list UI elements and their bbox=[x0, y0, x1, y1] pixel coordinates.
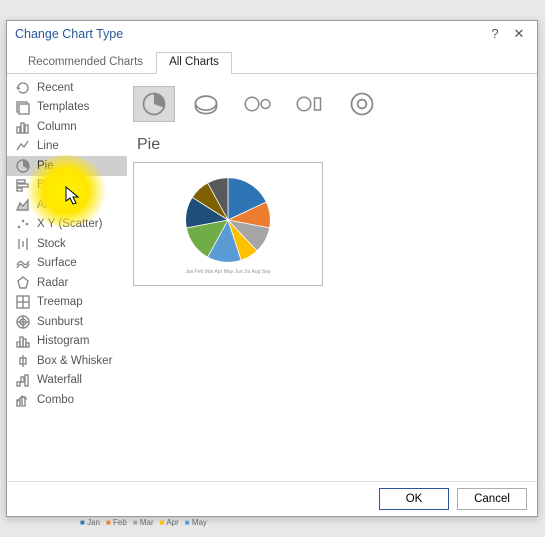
sidebar-item-waterfall[interactable]: Waterfall bbox=[7, 371, 119, 391]
sidebar-item-templates[interactable]: Templates bbox=[7, 98, 119, 118]
ok-button[interactable]: OK bbox=[379, 488, 449, 510]
footer-legend: Jan Feb Mar Apr May bbox=[80, 518, 207, 527]
sidebar-item-label: Sunburst bbox=[37, 316, 83, 328]
waterfall-icon bbox=[15, 372, 31, 388]
column-icon bbox=[15, 119, 31, 135]
pie-icon bbox=[139, 90, 169, 118]
pie-icon bbox=[15, 158, 31, 174]
main-panel: Pie Jan Feb Mar Apr May Jun Jul Aug Sep bbox=[119, 74, 537, 481]
subtype-pie-of-pie[interactable] bbox=[237, 86, 279, 122]
sidebar-item-label: Box & Whisker bbox=[37, 355, 112, 367]
radar-icon bbox=[15, 275, 31, 291]
sidebar-item-recent[interactable]: Recent bbox=[7, 78, 119, 98]
sunburst-icon bbox=[15, 314, 31, 330]
tab-recommended[interactable]: Recommended Charts bbox=[15, 52, 156, 74]
sidebar-item-label: Pie bbox=[37, 160, 54, 172]
line-icon bbox=[15, 138, 31, 154]
subtype-pie[interactable] bbox=[133, 86, 175, 122]
legend-item: Feb bbox=[106, 518, 127, 527]
subtype-bar-of-pie[interactable] bbox=[289, 86, 331, 122]
sidebar-item-pie[interactable]: Pie bbox=[7, 156, 127, 176]
legend-item: Mar bbox=[133, 518, 154, 527]
sidebar-item-histogram[interactable]: Histogram bbox=[7, 332, 119, 352]
sidebar-item-column[interactable]: Column bbox=[7, 117, 119, 137]
combo-icon bbox=[15, 392, 31, 408]
boxwhisker-icon bbox=[15, 353, 31, 369]
sidebar-item-label: Surface bbox=[37, 257, 77, 269]
sidebar-item-label: Radar bbox=[37, 277, 68, 289]
button-bar: OK Cancel bbox=[7, 481, 537, 516]
sidebar-item-label: Recent bbox=[37, 82, 73, 94]
dialog-content: Recent Templates Column Line Pie Bar Area X Y (… bbox=[7, 74, 537, 481]
sidebar-item-area[interactable]: Area bbox=[7, 195, 119, 215]
sidebar-item-bar[interactable]: Bar bbox=[7, 176, 119, 196]
sidebar-item-treemap[interactable]: Treemap bbox=[7, 293, 119, 313]
close-button[interactable]: ✕ bbox=[507, 24, 531, 44]
sidebar-item-sunburst[interactable]: Sunburst bbox=[7, 312, 119, 332]
sidebar-item-label: Combo bbox=[37, 394, 74, 406]
pie-chart-icon bbox=[181, 173, 275, 267]
legend-item: Apr bbox=[160, 518, 179, 527]
templates-icon bbox=[15, 99, 31, 115]
sidebar-item-boxwhisker[interactable]: Box & Whisker bbox=[7, 351, 119, 371]
recent-icon bbox=[15, 80, 31, 96]
chart-type-heading: Pie bbox=[137, 136, 523, 154]
legend-item: May bbox=[185, 518, 207, 527]
sidebar-item-combo[interactable]: Combo bbox=[7, 390, 119, 410]
pie-3d-icon bbox=[191, 90, 221, 118]
sidebar-item-label: Histogram bbox=[37, 335, 89, 347]
area-icon bbox=[15, 197, 31, 213]
titlebar: Change Chart Type ? ✕ bbox=[7, 21, 537, 47]
sidebar-item-label: X Y (Scatter) bbox=[37, 218, 102, 230]
dialog-title: Change Chart Type bbox=[15, 27, 483, 41]
pie-of-pie-icon bbox=[243, 90, 273, 118]
subtype-3d-pie[interactable] bbox=[185, 86, 227, 122]
sidebar-item-label: Stock bbox=[37, 238, 66, 250]
surface-icon bbox=[15, 255, 31, 271]
bar-icon bbox=[15, 177, 31, 193]
sidebar-item-scatter[interactable]: X Y (Scatter) bbox=[7, 215, 119, 235]
tab-all-charts[interactable]: All Charts bbox=[156, 52, 232, 74]
chart-category-list: Recent Templates Column Line Pie Bar Area X Y (… bbox=[7, 74, 119, 481]
sidebar-item-label: Line bbox=[37, 140, 59, 152]
sidebar-item-label: Area bbox=[37, 199, 61, 211]
tabs: Recommended Charts All Charts bbox=[7, 51, 537, 74]
legend-item: Jan bbox=[80, 518, 100, 527]
sidebar-item-radar[interactable]: Radar bbox=[7, 273, 119, 293]
subtype-row bbox=[133, 86, 523, 122]
sidebar-item-label: Templates bbox=[37, 101, 89, 113]
help-button[interactable]: ? bbox=[483, 24, 507, 44]
scatter-icon bbox=[15, 216, 31, 232]
stock-icon bbox=[15, 236, 31, 252]
doughnut-icon bbox=[347, 90, 377, 118]
sidebar-item-line[interactable]: Line bbox=[7, 137, 119, 157]
change-chart-type-dialog: Change Chart Type ? ✕ Recommended Charts… bbox=[6, 20, 538, 517]
preview-legend: Jan Feb Mar Apr May Jun Jul Aug Sep bbox=[185, 269, 270, 275]
sidebar-item-label: Treemap bbox=[37, 296, 83, 308]
sidebar-item-label: Bar bbox=[37, 179, 55, 191]
sidebar-item-label: Column bbox=[37, 121, 77, 133]
sidebar-item-surface[interactable]: Surface bbox=[7, 254, 119, 274]
treemap-icon bbox=[15, 294, 31, 310]
cancel-button[interactable]: Cancel bbox=[457, 488, 527, 510]
chart-preview[interactable]: Jan Feb Mar Apr May Jun Jul Aug Sep bbox=[133, 162, 323, 286]
sidebar-item-label: Waterfall bbox=[37, 374, 82, 386]
bar-of-pie-icon bbox=[295, 90, 325, 118]
subtype-doughnut[interactable] bbox=[341, 86, 383, 122]
sidebar-item-stock[interactable]: Stock bbox=[7, 234, 119, 254]
histogram-icon bbox=[15, 333, 31, 349]
